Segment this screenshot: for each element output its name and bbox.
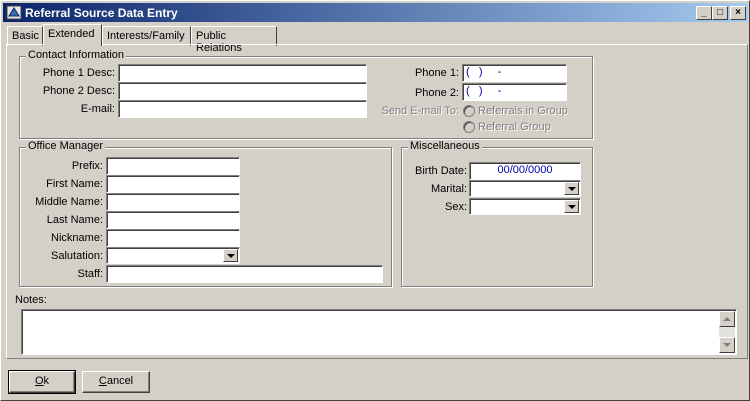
nickname-label: Nickname: <box>51 232 103 244</box>
scroll-up-icon[interactable] <box>719 311 735 327</box>
salutation-label: Salutation: <box>51 250 103 262</box>
phone2-desc-field[interactable] <box>118 82 367 100</box>
close-icon: × <box>735 7 741 18</box>
first-name-field[interactable] <box>106 175 240 193</box>
app-icon <box>6 5 22 20</box>
middle-name-field[interactable] <box>106 193 240 211</box>
phone1-desc-field[interactable] <box>118 64 367 82</box>
email-field[interactable] <box>118 100 367 118</box>
referrals-in-group-label: Referrals in Group <box>478 105 568 117</box>
referrals-in-group-radio[interactable] <box>463 105 475 117</box>
middle-name-label: Middle Name: <box>35 196 103 208</box>
prefix-label: Prefix: <box>71 160 103 172</box>
ok-button[interactable]: Ok <box>8 370 76 394</box>
window-title: Referral Source Data Entry <box>25 6 178 20</box>
miscellaneous-legend: Miscellaneous <box>408 140 482 152</box>
first-name-label: First Name: <box>46 178 103 190</box>
scroll-down-icon[interactable] <box>719 337 735 353</box>
chevron-down-icon[interactable] <box>564 182 579 195</box>
sex-select[interactable] <box>469 198 581 215</box>
maximize-icon: □ <box>716 7 724 18</box>
notes-scrollbar[interactable] <box>719 311 735 353</box>
close-button[interactable]: × <box>730 6 746 20</box>
phone2-label: Phone 2: <box>414 87 459 99</box>
last-name-label: Last Name: <box>46 214 103 226</box>
phone1-label: Phone 1: <box>414 67 459 79</box>
birth-date-field[interactable]: 00/00/0000 <box>469 162 581 180</box>
phone2-desc-label: Phone 2 Desc: <box>42 85 115 97</box>
sex-label: Sex: <box>444 201 467 213</box>
birth-date-label: Birth Date: <box>415 165 467 177</box>
chevron-down-icon[interactable] <box>564 200 579 213</box>
tab-extended[interactable]: Extended <box>43 24 102 46</box>
tab-basic[interactable]: Basic <box>7 26 43 46</box>
staff-label: Staff: <box>77 268 103 280</box>
title-bar: Referral Source Data Entry _ □ × <box>3 3 748 22</box>
cancel-button[interactable]: Cancel <box>82 371 150 393</box>
salutation-select[interactable] <box>106 247 240 264</box>
minimize-button[interactable]: _ <box>696 6 712 20</box>
dialog-window: Referral Source Data Entry _ □ × Basic E… <box>0 0 750 401</box>
last-name-field[interactable] <box>106 211 240 229</box>
nickname-field[interactable] <box>106 229 240 247</box>
referral-group-radio[interactable] <box>463 121 475 133</box>
tab-public-relations[interactable]: Public Relations <box>191 26 277 54</box>
office-manager-legend: Office Manager <box>26 140 106 152</box>
maximize-button[interactable]: □ <box>712 6 728 20</box>
referral-group-label: Referral Group <box>478 121 551 133</box>
phone1-field[interactable]: ( ) - <box>462 64 567 82</box>
tab-interests-family[interactable]: Interests/Family <box>102 26 191 46</box>
phone1-desc-label: Phone 1 Desc: <box>42 67 115 79</box>
notes-label: Notes: <box>15 294 47 306</box>
send-email-label: Send E-mail To: <box>381 105 459 117</box>
staff-field[interactable] <box>106 265 383 283</box>
contact-information-legend: Contact Information <box>26 49 126 61</box>
notes-textarea[interactable] <box>21 309 737 355</box>
chevron-down-icon[interactable] <box>223 249 238 262</box>
marital-select[interactable] <box>469 180 581 197</box>
phone2-field[interactable]: ( ) - <box>462 83 567 101</box>
prefix-field[interactable] <box>106 157 240 175</box>
marital-label: Marital: <box>430 183 467 195</box>
email-label: E-mail: <box>80 103 115 115</box>
minimize-icon: _ <box>701 7 707 18</box>
